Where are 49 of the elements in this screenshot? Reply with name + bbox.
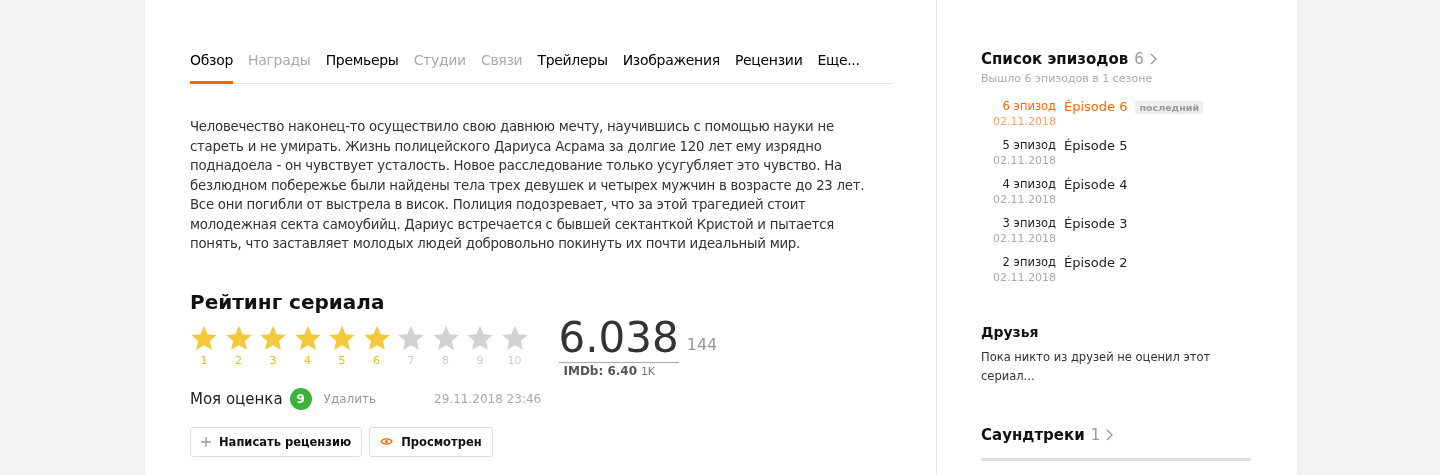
friends-text: Пока никто из друзей не оценил этот сериал... xyxy=(981,349,1212,385)
description-text: Человечество наконец-то осуществило свою давнюю мечту, научившись с помощью науки не стареть и не умирать. Жизнь полицейского Дариуса Асрама за долгие 120 лет ему изрядно поднадоела - он чувствует усталость. Новое расследование только усугубляет это чувство. На безлюдном побережье были найдены тела трех девушек и четырех мужчин в возрасте до 23 лет. Все они погибли от выстрела в висок. Полиция подозревает, что за этой трагедией стоит молодежная секта самоубийц. Дариус встречается с бывшей сектанткой Кристой и пытается понять, что заставляет молодых людей добровольно покинуть их почти идеальный мир. xyxy=(190,118,866,253)
episode-date: 02.11.2018 xyxy=(993,193,1056,206)
tab[interactable]: Премьеры xyxy=(325,48,399,84)
episode-date: 02.11.2018 xyxy=(993,115,1056,128)
chevron-right-icon[interactable] xyxy=(1106,429,1114,441)
tab[interactable]: Изображения xyxy=(622,48,720,84)
rating-heading: Рейтинг сериала xyxy=(190,289,386,314)
star-number: 5 xyxy=(337,353,347,367)
star-number: 4 xyxy=(303,353,312,367)
episode-date: 02.11.2018 xyxy=(993,232,1056,245)
soundtracks-heading[interactable]: Саундтреки xyxy=(981,426,1085,444)
episode-date: 02.11.2018 xyxy=(993,154,1056,167)
write-review-button[interactable]: Написать рецензию xyxy=(190,426,363,457)
tab[interactable]: Еще... xyxy=(817,48,860,84)
episode-number: 4 эпизод xyxy=(1002,177,1056,191)
episode-title[interactable]: Épisode 3 xyxy=(1064,216,1128,231)
tab[interactable]: Трейлеры xyxy=(537,48,608,84)
chevron-right-icon[interactable] xyxy=(1149,53,1157,65)
plus-icon xyxy=(201,436,211,447)
episode-number: 2 эпизод xyxy=(1002,255,1056,269)
watched-button[interactable]: Просмотрен xyxy=(369,426,493,457)
latest-badge: последний xyxy=(1135,101,1204,114)
my-rating-label: Моя оценка xyxy=(190,389,283,408)
rating-score: 6.038 xyxy=(558,315,679,363)
episode-number: 5 эпизод xyxy=(1002,138,1056,152)
star-number: 2 xyxy=(234,353,243,367)
imdb-rating: IMDb: 6.40 xyxy=(563,363,638,378)
friends-heading: Друзья xyxy=(981,324,1040,340)
episode-title[interactable]: Épisode 5 xyxy=(1064,138,1128,153)
episode-date: 02.11.2018 xyxy=(993,271,1056,284)
episodes-heading[interactable]: Список эпизодов xyxy=(981,50,1129,68)
episode-number: 3 эпизод xyxy=(1002,216,1056,230)
star-number: 3 xyxy=(268,353,278,367)
episode-count: 6 xyxy=(1134,50,1144,68)
vote-count: 144 xyxy=(686,334,718,354)
episode-title[interactable]: Épisode 4 xyxy=(1064,177,1128,192)
soundtrack-count: 1 xyxy=(1090,426,1101,444)
rating-date: 29.11.2018 23:46 xyxy=(434,391,542,406)
star-number: 1 xyxy=(199,353,209,367)
episode-number: 6 эпизод xyxy=(1002,99,1056,113)
eye-icon xyxy=(380,437,394,446)
episode-title[interactable]: Épisode 2 xyxy=(1064,255,1128,270)
tab[interactable]: Обзор xyxy=(190,48,234,84)
episodes-subtitle: Вышло 6 эпизодов в 1 сезоне xyxy=(981,72,1154,85)
my-rating-badge: 9 xyxy=(289,387,312,410)
tab[interactable]: Рецензии xyxy=(734,48,803,84)
star-number: 6 xyxy=(372,353,381,367)
imdb-vote-count: 1K xyxy=(640,364,656,378)
